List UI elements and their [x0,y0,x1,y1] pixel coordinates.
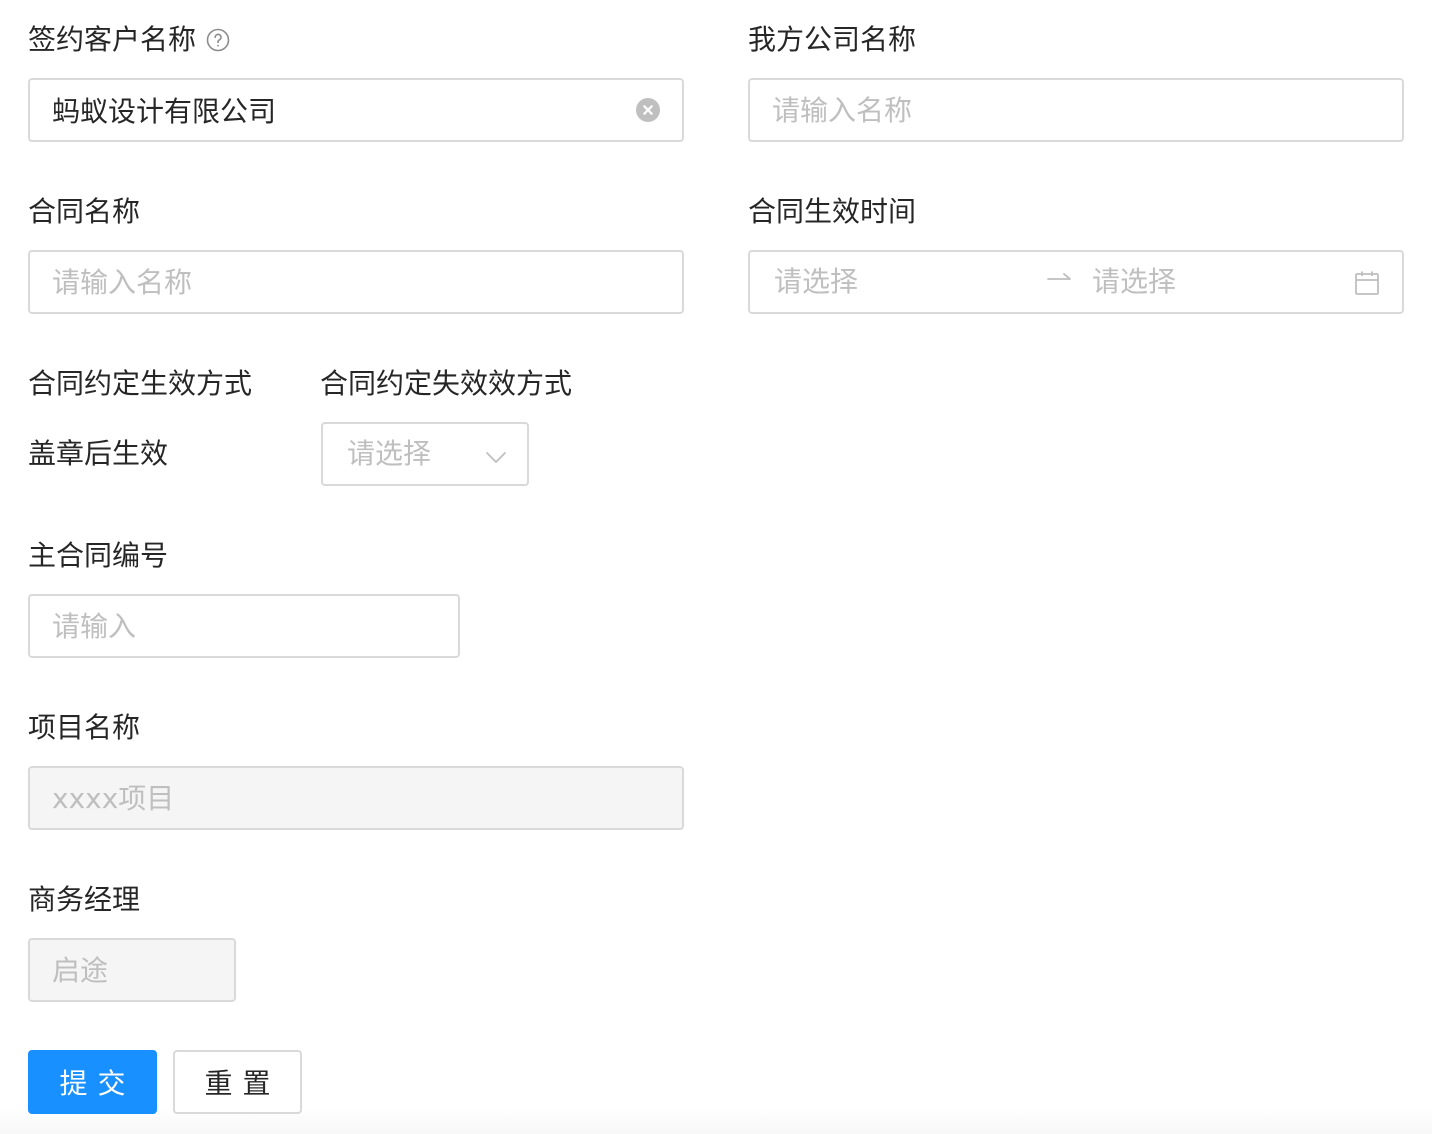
main-contract-no-input[interactable] [52,609,436,643]
range-separator-icon [1046,264,1072,296]
project-name-label: 项目名称 [28,711,141,744]
our-company-label: 我方公司名称 [748,23,917,56]
expiry-method-placeholder: 请选择 [347,437,432,470]
main-contract-no-label: 主合同编号 [28,539,169,572]
effective-time-label: 合同生效时间 [748,195,917,228]
customer-name-input[interactable] [52,93,636,127]
our-company-input[interactable] [772,93,1380,127]
reset-button[interactable]: 重置 [173,1050,302,1114]
contract-name-label: 合同名称 [28,195,141,228]
expiry-method-select[interactable]: 请选择 [321,422,529,486]
contract-name-field[interactable] [28,250,684,314]
end-date-input[interactable]: 请选择 [1092,262,1176,302]
effective-method-value: 盖章后生效 [28,437,169,470]
effective-time-range-picker[interactable]: 请选择 请选择 [748,250,1404,314]
close-circle-icon[interactable] [636,98,660,122]
our-company-field[interactable] [748,78,1404,142]
calendar-icon[interactable] [1354,270,1380,296]
business-manager-field [28,938,236,1002]
customer-name-label: 签约客户名称 [28,20,230,60]
start-date-input[interactable]: 请选择 [774,262,858,302]
submit-button[interactable]: 提交 [28,1050,157,1114]
project-name-input [52,781,660,815]
customer-name-field[interactable] [28,78,684,142]
question-circle-icon[interactable] [206,28,230,52]
effective-method-label: 合同约定生效方式 [28,367,253,400]
project-name-field [28,766,684,830]
contract-form: 签约客户名称 我方公司名称 合同名称 合同生效时间 请选择 [0,0,1432,1134]
expiry-method-label: 合同约定失效效方式 [320,367,573,400]
business-manager-input [52,953,212,987]
business-manager-label: 商务经理 [28,883,141,916]
chevron-down-icon[interactable] [485,446,507,468]
main-contract-no-field[interactable] [28,594,460,658]
contract-name-input[interactable] [52,265,660,299]
